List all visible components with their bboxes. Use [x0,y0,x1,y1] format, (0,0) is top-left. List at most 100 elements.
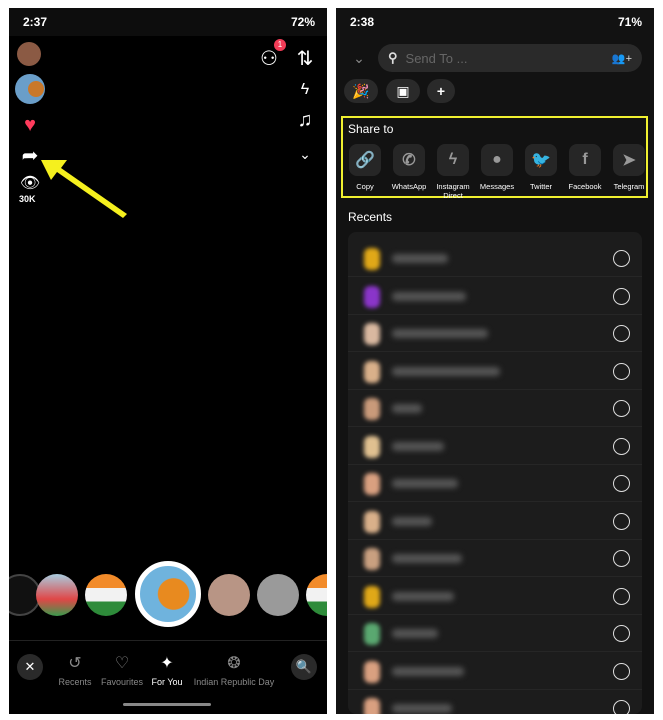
share-whatsapp[interactable]: ✆ WhatsApp [388,144,430,191]
recent-contact-row[interactable] [348,578,642,615]
heart-outline-icon: ♡ [114,655,130,672]
twitter-icon: 🐦 [525,144,557,176]
recent-contact-row[interactable] [348,615,642,652]
contact-name-redacted [392,254,448,263]
recent-contact-row[interactable] [348,390,642,427]
search-icon: ⚲ [388,50,398,65]
flash-off-icon[interactable]: ϟ [293,78,317,102]
heart-icon[interactable]: ♥ [17,112,43,138]
select-checkbox[interactable] [613,587,630,605]
send-to-search-input[interactable]: ⚲ Send To ... 👥+ [378,44,642,72]
contact-avatar [364,660,380,683]
home-indicator [123,703,211,706]
select-checkbox[interactable] [613,475,630,492]
recent-contact-row[interactable] [348,315,642,352]
chevron-down-icon[interactable]: ⌄ [348,46,370,70]
recent-contact-row[interactable] [348,353,642,390]
recents-list [348,232,642,714]
share-twitter[interactable]: 🐦 Twitter [520,144,562,191]
recent-contact-row[interactable] [348,240,642,277]
recent-contact-row[interactable] [348,540,642,577]
battery-level: 71% [617,15,642,29]
music-icon[interactable]: ♫ [293,108,317,132]
contact-name-redacted [392,591,454,601]
tab-recents[interactable]: ↺ Recents [55,653,95,687]
recent-contact-row[interactable] [348,278,642,315]
select-checkbox[interactable] [613,400,630,417]
contact-name-redacted [392,329,488,338]
new-group-icon[interactable]: 👥+ [612,52,632,65]
lens-search-icon[interactable]: 🔍 [291,654,317,680]
contacts-chip[interactable]: ▣ [386,79,420,103]
capture-button-butterfly-lens[interactable] [135,561,201,627]
contact-name-redacted [392,704,452,713]
select-checkbox[interactable] [613,437,630,455]
select-checkbox[interactable] [613,250,630,267]
bitmoji-avatar[interactable] [17,42,41,66]
recent-contact-row[interactable] [348,428,642,465]
contact-name-redacted [392,366,500,376]
select-checkbox[interactable] [613,287,630,305]
recent-contact-row[interactable] [348,503,642,540]
view-count: 30K [19,194,36,204]
facebook-icon: f [569,144,601,176]
add-chip[interactable]: + [427,79,455,103]
contact-name-redacted [392,441,444,451]
telegram-icon: ➤ [613,144,645,176]
share-to-title: Share to [348,122,394,136]
status-bar: 2:37 72% [9,8,327,36]
contact-avatar [364,698,380,714]
contact-avatar [364,360,380,383]
lens-creator-avatar[interactable] [15,74,45,104]
tab-for-you[interactable]: ✦ For You [147,653,187,687]
share-to-section: Share to 🔗 Copy ✆ WhatsApp ϟ Instagram Dire… [341,116,650,200]
contact-avatar [364,473,380,495]
contact-name-redacted [392,479,458,488]
contact-avatar [364,398,380,420]
close-button[interactable]: ✕ [17,654,43,680]
chat-bubble-icon: ● [481,144,513,176]
party-chip[interactable]: 🎉 [344,79,378,103]
lens-item[interactable] [306,574,327,616]
tab-indian-republic-day[interactable]: ❂ Indian Republic Day [189,653,279,687]
contact-avatar [364,435,380,458]
sparkles-icon: ✦ [160,655,174,672]
contact-avatar [364,510,380,533]
recent-contact-row[interactable] [348,465,642,502]
select-checkbox[interactable] [613,662,630,680]
contact-avatar [364,285,380,308]
lens-item[interactable] [208,574,250,616]
contact-name-redacted [392,404,422,413]
contact-avatar [364,548,380,570]
contact-name-redacted [392,554,462,563]
share-instagram-direct[interactable]: ϟ Instagram Direct [432,144,474,200]
contact-avatar [364,323,380,345]
select-checkbox[interactable] [613,512,630,530]
recent-contact-row[interactable] [348,690,642,714]
lens-item[interactable] [85,574,127,616]
share-telegram[interactable]: ➤ Telegram [608,144,650,191]
status-time: 2:37 [23,15,48,29]
tab-favourites[interactable]: ♡ Favourites [97,653,147,687]
notification-badge: 1 [274,39,286,51]
divider [9,640,327,641]
lens-item[interactable] [36,574,78,616]
send-to-screen: 2:38 71% ⌄ ⚲ Send To ... 👥+ 🎉 ▣ + Share to … [336,8,654,714]
recents-title: Recents [348,210,393,224]
select-checkbox[interactable] [613,550,630,567]
share-copy-link[interactable]: 🔗 Copy [344,144,386,191]
share-messages[interactable]: ● Messages [476,144,518,191]
flip-camera-icon[interactable]: ⇅ [293,46,317,70]
select-checkbox[interactable] [613,625,630,642]
lens-item[interactable] [257,574,299,616]
share-facebook[interactable]: f Facebook [564,144,606,191]
whatsapp-icon: ✆ [393,144,425,176]
recent-contact-row[interactable] [348,653,642,690]
contact-name-redacted [392,291,466,301]
status-bar: 2:38 71% [336,8,654,36]
select-checkbox[interactable] [613,362,630,380]
chevron-down-icon[interactable]: ⌄ [293,142,317,166]
select-checkbox[interactable] [613,700,630,714]
select-checkbox[interactable] [613,325,630,342]
ashoka-chakra-icon: ❂ [227,655,241,672]
